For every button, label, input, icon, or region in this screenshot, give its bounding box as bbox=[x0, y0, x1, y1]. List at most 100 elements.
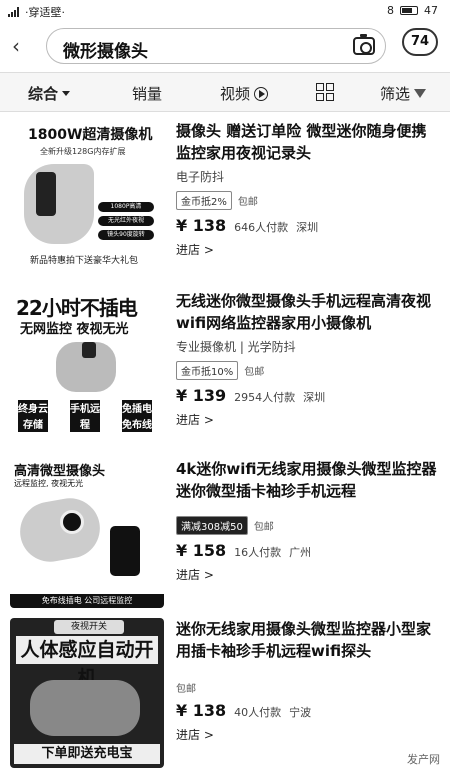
product-title[interactable]: 4k迷你wifi无线家用摄像头微型监控器迷你微型插卡袖珍手机远程 bbox=[176, 458, 438, 502]
coin-tag: 金币抵10% bbox=[176, 361, 239, 380]
product-price: ¥ 158 bbox=[176, 541, 227, 560]
enter-store-link[interactable]: 进店 > bbox=[176, 726, 438, 743]
hand-image bbox=[24, 164, 94, 244]
filter-comprehensive-label: 综合 bbox=[28, 85, 59, 103]
enter-store-link[interactable]: 进店 > bbox=[176, 411, 438, 428]
product-item[interactable]: 22小时不插电 无网监控 夜视无光 终身云存储 手机远程 免插电免布线 无线迷你… bbox=[0, 286, 450, 446]
sold-count: 2954人付款 bbox=[234, 391, 296, 404]
product-item[interactable]: 1800W超清摄像机 全新升级128G内存扩展 1080P高清 无光红外夜视 镜… bbox=[0, 116, 450, 276]
product-tags: 满减308减50 包邮 bbox=[176, 516, 438, 535]
sold-count: 646人付款 bbox=[234, 221, 289, 234]
thumb-footer: 新品特惠拍下送豪华大礼包 bbox=[30, 256, 139, 266]
thumb-subtitle: 无网监控 夜视无光 bbox=[20, 322, 129, 337]
product-title[interactable]: 无线迷你微型摄像头手机远程高清夜视wifi网络监控器家用小摄像机 bbox=[176, 290, 438, 334]
time-text: 8 bbox=[387, 4, 394, 17]
thumb-pill: 无光红外夜视 bbox=[98, 216, 154, 226]
thumb-title: 1800W超清摄像机 bbox=[10, 120, 164, 148]
camera-device-image bbox=[82, 342, 96, 358]
status-bar: ·穿适壁· 8 47 bbox=[0, 0, 450, 22]
thumb-footer: 免布线插电 公司远程监控 bbox=[10, 594, 164, 608]
shipping-tag: 包邮 bbox=[253, 522, 274, 533]
product-info: 4k迷你wifi无线家用摄像头微型监控器迷你微型插卡袖珍手机远程 满减308减5… bbox=[176, 458, 438, 583]
thumb-title: 高清微型摄像头 bbox=[14, 464, 106, 479]
product-shop-tags: 专业摄像机 | 光学防抖 bbox=[176, 340, 296, 354]
product-title[interactable]: 摄像头 赠送订单险 微型迷你随身便携监控家用夜视记录头 bbox=[176, 120, 438, 164]
location: 广州 bbox=[289, 546, 312, 559]
search-query: 微形摄像头 bbox=[63, 42, 148, 62]
signal-icon bbox=[8, 7, 19, 17]
enter-store-link[interactable]: 进店 > bbox=[176, 241, 438, 258]
filter-screen[interactable]: 筛选 bbox=[380, 83, 427, 104]
product-info: 无线迷你微型摄像头手机远程高清夜视wifi网络监控器家用小摄像机 专业摄像机 |… bbox=[176, 290, 438, 428]
coin-tag: 金币抵2% bbox=[176, 191, 232, 210]
product-item[interactable]: 夜视开关 人体感应自动开机 下单即送充电宝 迷你无线家用摄像头微型监控器小型家用… bbox=[0, 614, 450, 774]
shipping-tag: 包邮 bbox=[176, 684, 196, 695]
price-row: ¥ 138 40人付款 宁波 bbox=[176, 701, 438, 720]
filter-comprehensive[interactable]: 综合 bbox=[28, 83, 71, 104]
battery-icon bbox=[400, 6, 418, 15]
product-tags: 包邮 bbox=[176, 680, 438, 695]
product-thumbnail[interactable]: 夜视开关 人体感应自动开机 下单即送充电宝 bbox=[10, 618, 164, 768]
thumb-badge: 夜视开关 bbox=[54, 620, 124, 634]
product-thumbnail[interactable]: 高清微型摄像头 远程监控, 夜视无光 免布线插电 公司远程监控 bbox=[10, 458, 164, 608]
cart-count-badge[interactable]: 74 bbox=[402, 28, 438, 56]
thumb-pill: 镜头90度旋转 bbox=[98, 230, 154, 240]
camera-icon[interactable] bbox=[353, 34, 375, 55]
back-arrow-icon[interactable]: ‹ bbox=[12, 34, 20, 58]
location: 深圳 bbox=[303, 391, 326, 404]
status-right: 8 47 bbox=[387, 4, 438, 17]
thumb-feature-box: 手机远程 bbox=[68, 398, 102, 434]
product-info: 摄像头 赠送订单险 微型迷你随身便携监控家用夜视记录头 电子防抖 金币抵2% 包… bbox=[176, 120, 438, 258]
product-info: 迷你无线家用摄像头微型监控器小型家用插卡袖珍手机远程wifi探头 包邮 ¥ 13… bbox=[176, 618, 438, 743]
search-input[interactable]: 微形摄像头 bbox=[46, 28, 386, 64]
grid-layout-icon bbox=[316, 83, 334, 101]
product-title[interactable]: 迷你无线家用摄像头微型监控器小型家用插卡袖珍手机远程wifi探头 bbox=[176, 618, 438, 662]
product-item[interactable]: 高清微型摄像头 远程监控, 夜视无光 免布线插电 公司远程监控 4k迷你wifi… bbox=[0, 454, 450, 614]
camera-device-image bbox=[60, 510, 84, 534]
hand-image bbox=[15, 493, 105, 567]
thumb-subtitle: 远程监控, 夜视无光 bbox=[14, 479, 84, 488]
status-left: ·穿适壁· bbox=[8, 4, 65, 20]
layout-toggle[interactable] bbox=[316, 83, 334, 101]
price-row: ¥ 158 16人付款 广州 bbox=[176, 541, 438, 560]
camera-device-image bbox=[36, 172, 56, 216]
watermark: 发产网 bbox=[407, 753, 440, 766]
filter-bar: 综合 销量 视频 筛选 bbox=[0, 72, 450, 112]
shipping-tag: 包邮 bbox=[244, 367, 265, 378]
thumb-title: 22小时不插电 bbox=[16, 296, 138, 320]
location: 深圳 bbox=[296, 221, 319, 234]
thumb-footer: 下单即送充电宝 bbox=[14, 744, 160, 764]
filter-sales-label: 销量 bbox=[132, 85, 163, 103]
thumb-feature-box: 免插电免布线 bbox=[120, 398, 154, 434]
product-price: ¥ 139 bbox=[176, 386, 227, 405]
product-shop-tags: 电子防抖 bbox=[176, 170, 225, 184]
shipping-tag: 包邮 bbox=[237, 197, 258, 208]
price-row: ¥ 139 2954人付款 深圳 bbox=[176, 386, 438, 405]
thumb-feature-box: 终身云存储 bbox=[16, 398, 50, 434]
location: 宁波 bbox=[289, 706, 312, 719]
sold-count: 16人付款 bbox=[234, 546, 282, 559]
caret-down-icon bbox=[62, 91, 71, 96]
funnel-icon bbox=[414, 89, 427, 98]
discount-tag: 满减308减50 bbox=[176, 516, 248, 535]
product-thumbnail[interactable]: 22小时不插电 无网监控 夜视无光 终身云存储 手机远程 免插电免布线 bbox=[10, 290, 164, 440]
product-price: ¥ 138 bbox=[176, 701, 227, 720]
filter-sales[interactable]: 销量 bbox=[132, 83, 162, 104]
filter-video-label: 视频 bbox=[220, 85, 251, 103]
sold-count: 40人付款 bbox=[234, 706, 282, 719]
search-header: ‹ 微形摄像头 74 bbox=[0, 22, 450, 70]
thumb-pill: 1080P高清 bbox=[98, 202, 154, 212]
product-tags: 金币抵2% 包邮 bbox=[176, 191, 438, 210]
product-price: ¥ 138 bbox=[176, 216, 227, 235]
product-tags: 金币抵10% 包邮 bbox=[176, 361, 438, 380]
enter-store-link[interactable]: 进店 > bbox=[176, 566, 438, 583]
carrier-text: ·穿适壁· bbox=[25, 6, 65, 19]
battery-percent: 47 bbox=[424, 4, 438, 17]
filter-video[interactable]: 视频 bbox=[220, 83, 269, 104]
product-thumbnail[interactable]: 1800W超清摄像机 全新升级128G内存扩展 1080P高清 无光红外夜视 镜… bbox=[10, 120, 164, 270]
thumb-subtitle: 全新升级128G内存扩展 bbox=[40, 147, 126, 156]
thumb-title: 人体感应自动开机 bbox=[16, 636, 158, 689]
play-icon bbox=[254, 86, 269, 101]
price-row: ¥ 138 646人付款 深圳 bbox=[176, 216, 438, 235]
filter-screen-label: 筛选 bbox=[380, 85, 411, 103]
